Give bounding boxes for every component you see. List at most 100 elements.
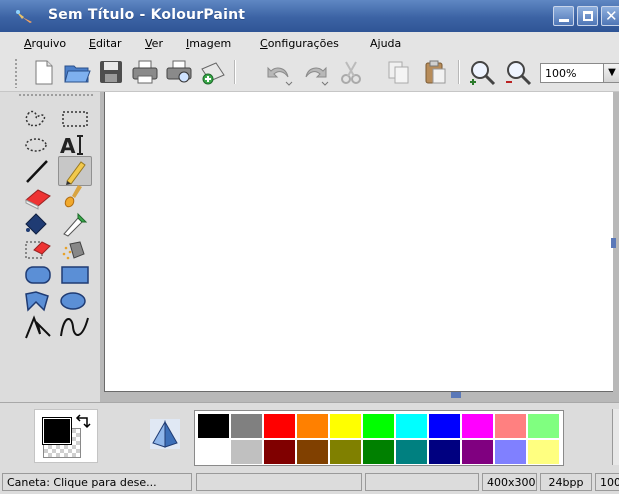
redo-button[interactable] xyxy=(300,57,330,87)
paste-button[interactable] xyxy=(420,57,450,87)
menu-ajuda[interactable]: Ajuda xyxy=(370,37,401,50)
palette-swatch[interactable] xyxy=(362,439,395,465)
canvas-resize-handle-right[interactable] xyxy=(611,238,616,248)
minimize-button[interactable] xyxy=(553,6,574,26)
palette-swatch[interactable] xyxy=(263,413,296,439)
printer-icon xyxy=(132,60,158,84)
menu-label: magem xyxy=(189,37,232,50)
print-preview-icon xyxy=(166,60,192,83)
palette-swatch[interactable] xyxy=(263,439,296,465)
menu-accelerator: E xyxy=(89,37,96,50)
zoom-out-button[interactable] xyxy=(504,57,534,87)
curve-icon xyxy=(60,317,89,337)
color-palette xyxy=(194,410,564,466)
status-selection-info xyxy=(365,473,479,491)
color-toolbar xyxy=(0,402,619,470)
menu-editar[interactable]: Editar xyxy=(89,37,122,50)
palette-swatch[interactable] xyxy=(197,413,230,439)
palette-swatch[interactable] xyxy=(329,439,362,465)
color-similarity-icon[interactable] xyxy=(150,419,180,449)
toolbar-grip[interactable] xyxy=(14,58,18,88)
open-folder-icon xyxy=(64,65,91,83)
menu-label: er xyxy=(151,37,163,50)
scissors-icon xyxy=(341,61,361,84)
menu-configuracoes[interactable]: Configurações xyxy=(260,37,339,50)
status-shape-info xyxy=(196,473,362,491)
canvas-scroll-area xyxy=(100,92,619,402)
kolourpaint-app-icon xyxy=(16,10,32,23)
palette-swatch[interactable] xyxy=(527,413,560,439)
menu-imagem[interactable]: Imagem xyxy=(186,37,231,50)
toolbar-separator xyxy=(458,60,460,84)
menu-accelerator: A xyxy=(24,37,32,50)
menu-label: ditar xyxy=(95,37,122,50)
menu-arquivo[interactable]: Arquivo xyxy=(24,37,66,50)
polyline-icon xyxy=(25,315,51,339)
menu-label: rquivo xyxy=(31,37,67,50)
palette-swatch[interactable] xyxy=(494,439,527,465)
palette-swatch[interactable] xyxy=(296,413,329,439)
toolbox-grip[interactable] xyxy=(18,93,94,97)
main-toolbar: 100% ▼ xyxy=(0,54,619,92)
save-button[interactable] xyxy=(96,57,126,87)
zoom-in-icon xyxy=(470,61,496,86)
status-zoom: 100% xyxy=(595,473,619,491)
floppy-save-icon xyxy=(100,61,122,83)
palette-swatch[interactable] xyxy=(197,439,230,465)
status-color-depth: 24bpp xyxy=(540,473,592,491)
connected-lines-tool[interactable] xyxy=(22,312,56,342)
cut-button[interactable] xyxy=(336,57,366,87)
print-preview-button[interactable] xyxy=(164,57,194,87)
chevron-down-icon: ▼ xyxy=(608,67,616,78)
palette-swatch[interactable] xyxy=(461,439,494,465)
palette-swatch[interactable] xyxy=(428,439,461,465)
title-bar: Sem Título - KolourPaint ✕ xyxy=(0,0,619,32)
mail-send-icon xyxy=(201,62,225,85)
palette-swatch[interactable] xyxy=(230,439,263,465)
curve-tool[interactable] xyxy=(58,312,92,342)
swap-colors-icon[interactable] xyxy=(75,414,91,430)
menu-ver[interactable]: Ver xyxy=(145,37,163,50)
canvas-resize-handle-bottom[interactable] xyxy=(451,392,461,398)
zoom-dropdown-button[interactable]: ▼ xyxy=(603,63,619,83)
status-message: Caneta: Clique para dese... xyxy=(2,473,192,491)
palette-swatch[interactable] xyxy=(296,439,329,465)
undo-button[interactable] xyxy=(264,57,294,87)
print-button[interactable] xyxy=(130,57,160,87)
new-button[interactable] xyxy=(28,57,58,87)
redo-icon xyxy=(305,66,329,86)
copy-icon xyxy=(388,61,409,84)
close-icon: ✕ xyxy=(605,7,618,25)
menu-bar: Arquivo Editar Ver Imagem Configurações … xyxy=(0,32,619,54)
clipboard-paste-icon xyxy=(425,60,446,84)
zoom-out-icon xyxy=(506,61,532,86)
maximize-button[interactable] xyxy=(577,6,598,26)
close-button[interactable]: ✕ xyxy=(601,6,619,26)
dual-color-box[interactable] xyxy=(34,409,98,463)
menu-accelerator: C xyxy=(260,37,268,50)
palette-swatch[interactable] xyxy=(428,413,461,439)
palette-swatch[interactable] xyxy=(461,413,494,439)
undo-icon xyxy=(267,66,293,86)
menu-label: Ajuda xyxy=(370,37,402,50)
window-title: Sem Título - KolourPaint xyxy=(48,7,246,23)
foreground-color-well[interactable] xyxy=(42,417,72,445)
palette-swatch[interactable] xyxy=(362,413,395,439)
palette-swatch[interactable] xyxy=(395,439,428,465)
zoom-combo-input[interactable]: 100% xyxy=(540,63,606,83)
send-mail-button[interactable] xyxy=(198,57,228,87)
palette-swatch[interactable] xyxy=(230,413,263,439)
tool-box: A xyxy=(14,92,102,402)
palette-swatch[interactable] xyxy=(527,439,560,465)
status-image-size: 400x300 xyxy=(482,473,537,491)
palette-swatch[interactable] xyxy=(494,413,527,439)
drawing-canvas[interactable] xyxy=(104,92,613,392)
zoom-in-button[interactable] xyxy=(468,57,498,87)
palette-swatch[interactable] xyxy=(395,413,428,439)
copy-button[interactable] xyxy=(384,57,414,87)
svg-text:A: A xyxy=(60,134,76,158)
palette-swatch[interactable] xyxy=(329,413,362,439)
maximize-icon xyxy=(583,11,593,21)
menu-label: onfigurações xyxy=(267,37,339,50)
open-button[interactable] xyxy=(62,57,92,87)
